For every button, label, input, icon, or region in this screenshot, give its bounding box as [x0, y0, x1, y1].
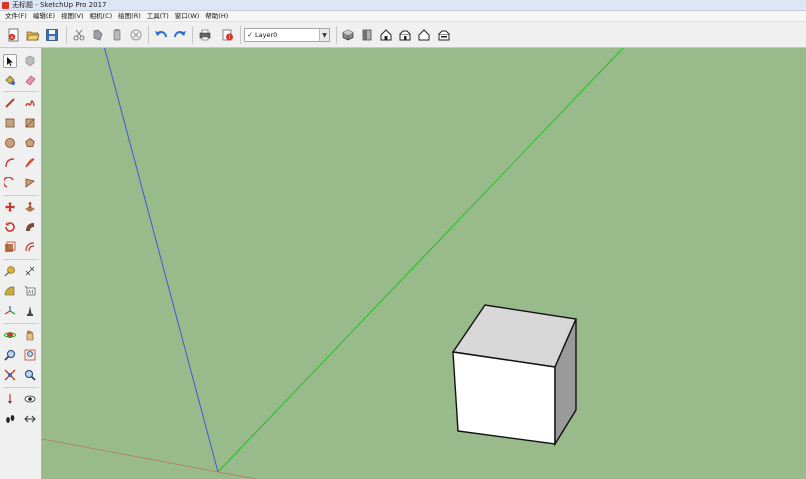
new-model-icon[interactable]: + — [6, 27, 22, 43]
toolbar-separator — [240, 26, 241, 44]
menu-camera[interactable]: 相机(C) — [87, 11, 116, 22]
push-pull-tool-icon[interactable] — [23, 200, 37, 214]
orbit-tool-icon[interactable] — [3, 328, 17, 342]
menu-draw[interactable]: 绘图(R) — [115, 11, 144, 22]
offset-tool-icon[interactable] — [23, 240, 37, 254]
top-view-icon[interactable] — [359, 27, 375, 43]
redo-icon[interactable] — [172, 27, 188, 43]
print-icon[interactable] — [197, 27, 213, 43]
title-bar: 无标题 - SketchUp Pro 2017 — [0, 0, 806, 11]
freehand-tool-icon[interactable] — [23, 96, 37, 110]
text-tool-icon[interactable]: A1 — [23, 284, 37, 298]
zoom-tool-icon[interactable] — [3, 348, 17, 362]
move-tool-icon[interactable] — [3, 200, 17, 214]
standard-toolbar: + i ✓ Layer0 ▼ — [0, 22, 806, 48]
paste-icon[interactable] — [109, 27, 125, 43]
svg-text:A1: A1 — [28, 290, 34, 296]
erase-icon[interactable] — [128, 27, 144, 43]
red-axis-line — [42, 438, 219, 473]
make-component-tool-icon[interactable] — [23, 54, 37, 68]
svg-text:i: i — [229, 35, 230, 41]
toolbar-separator — [192, 26, 193, 44]
right-view-icon[interactable] — [397, 27, 413, 43]
menu-bar: 文件(F) 编辑(E) 视图(V) 相机(C) 绘图(R) 工具(T) 窗口(W… — [0, 11, 806, 22]
menu-window[interactable]: 窗口(W) — [172, 11, 203, 22]
eraser-tool-icon[interactable] — [23, 73, 37, 87]
front-view-icon[interactable] — [378, 27, 394, 43]
menu-edit[interactable]: 编辑(E) — [30, 11, 58, 22]
zoom-extents-tool-icon[interactable] — [3, 368, 17, 382]
sketchup-logo-icon — [2, 1, 9, 9]
current-layer-check-icon: ✓ — [247, 31, 253, 39]
line-tool-icon[interactable] — [3, 96, 17, 110]
3d-text-tool-icon[interactable] — [23, 304, 37, 318]
svg-text:+: + — [10, 35, 14, 41]
walk-tool-icon[interactable] — [3, 412, 17, 426]
menu-view[interactable]: 视图(V) — [58, 11, 87, 22]
dimension-tool-icon[interactable] — [23, 264, 37, 278]
rotated-rectangle-tool-icon[interactable] — [23, 116, 37, 130]
palette-separator — [3, 387, 39, 388]
rectangle-tool-icon[interactable] — [3, 116, 17, 130]
modeling-viewport[interactable] — [42, 48, 806, 479]
layer-dropdown[interactable]: ✓ Layer0 ▼ — [244, 28, 330, 42]
current-layer-name: Layer0 — [255, 31, 278, 39]
tape-measure-tool-icon[interactable] — [3, 264, 17, 278]
position-camera-tool-icon[interactable] — [3, 392, 17, 406]
zoom-window-tool-icon[interactable] — [23, 348, 37, 362]
pan-tool-icon[interactable] — [23, 328, 37, 342]
toolbar-separator — [148, 26, 149, 44]
scale-tool-icon[interactable] — [3, 240, 17, 254]
chevron-down-icon[interactable]: ▼ — [319, 29, 329, 41]
copy-icon[interactable] — [90, 27, 106, 43]
polygon-tool-icon[interactable] — [23, 136, 37, 150]
cut-icon[interactable] — [71, 27, 87, 43]
circle-tool-icon[interactable] — [3, 136, 17, 150]
toolbar-separator — [336, 26, 337, 44]
3-point-arc-tool-icon[interactable] — [23, 176, 37, 190]
axes-tool-icon[interactable] — [3, 304, 17, 318]
toolbar-separator — [66, 26, 67, 44]
window-title: 无标题 - SketchUp Pro 2017 — [12, 0, 107, 9]
follow-me-tool-icon[interactable] — [23, 220, 37, 234]
menu-file[interactable]: 文件(F) — [2, 11, 30, 22]
menu-tools[interactable]: 工具(T) — [144, 11, 172, 22]
rotate-tool-icon[interactable] — [3, 220, 17, 234]
iso-view-icon[interactable] — [340, 27, 356, 43]
palette-separator — [3, 91, 39, 92]
previous-view-tool-icon[interactable] — [23, 368, 37, 382]
cube-model — [451, 304, 578, 447]
save-icon[interactable] — [44, 27, 60, 43]
palette-separator — [3, 323, 39, 324]
blue-axis-line — [104, 48, 219, 473]
open-icon[interactable] — [25, 27, 41, 43]
model-info-icon[interactable]: i — [220, 27, 236, 43]
section-plane-tool-icon[interactable] — [23, 412, 37, 426]
arc-tool-icon[interactable] — [3, 156, 17, 170]
select-tool-icon[interactable] — [3, 54, 17, 68]
palette-separator — [3, 259, 39, 260]
pie-tool-icon[interactable] — [23, 156, 37, 170]
cube-front-face — [452, 351, 556, 445]
2-point-arc-tool-icon[interactable] — [3, 176, 17, 190]
look-around-tool-icon[interactable] — [23, 392, 37, 406]
left-view-icon[interactable] — [436, 27, 452, 43]
protractor-tool-icon[interactable] — [3, 284, 17, 298]
tool-palette: A1 — [0, 48, 42, 479]
paint-bucket-tool-icon[interactable] — [3, 73, 17, 87]
palette-separator — [3, 195, 39, 196]
menu-help[interactable]: 帮助(H) — [202, 11, 231, 22]
red-axis-line-right — [217, 471, 258, 479]
back-view-icon[interactable] — [416, 27, 432, 43]
undo-icon[interactable] — [153, 27, 169, 43]
